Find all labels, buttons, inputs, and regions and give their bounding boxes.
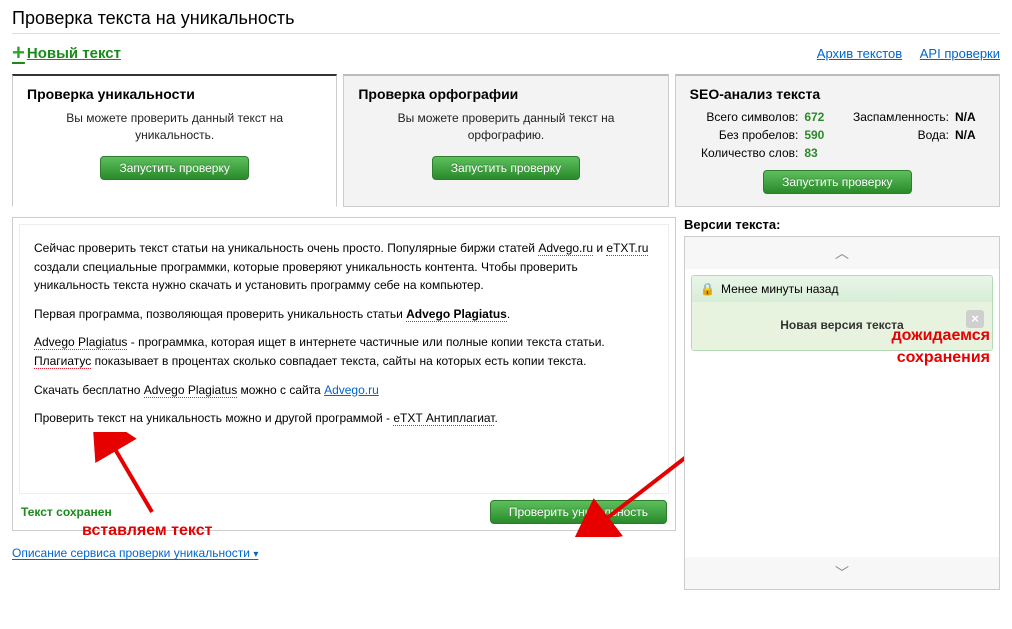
plus-icon: + [12, 40, 25, 66]
run-seo-button[interactable]: Запустить проверку [763, 170, 911, 194]
saved-status: Текст сохранен [21, 505, 112, 519]
advego-link[interactable]: Advego.ru [324, 383, 379, 397]
tab-uniqueness-desc: Вы можете проверить данный текст на уник… [27, 110, 322, 144]
versions-scroll-up[interactable]: ︿ [685, 237, 999, 269]
seo-total-value: 672 [804, 110, 840, 124]
new-text-label: Новый текст [27, 45, 121, 62]
seo-spam-value: N/A [955, 110, 985, 124]
versions-scroll-down[interactable]: ﹀ [685, 557, 999, 589]
page-title: Проверка текста на уникальность [12, 8, 1000, 34]
seo-words-label: Количество слов: [690, 146, 805, 160]
tab-seo[interactable]: SEO-анализ текста Всего символов: 672 За… [675, 74, 1000, 207]
tab-spelling-title: Проверка орфографии [358, 86, 653, 102]
version-item[interactable]: 🔒 Менее минуты назад Новая версия текста… [691, 275, 993, 351]
seo-nospaces-label: Без пробелов: [690, 128, 805, 142]
seo-nospaces-value: 590 [804, 128, 840, 142]
run-spelling-button[interactable]: Запустить проверку [432, 156, 580, 180]
editor-container: Сейчас проверить текст статьи на уникаль… [12, 217, 676, 531]
tab-spelling-desc: Вы можете проверить данный текст на орфо… [358, 110, 653, 144]
version-label: Новая версия текста [780, 318, 903, 332]
service-description-link[interactable]: Описание сервиса проверки уникальности ▾ [12, 546, 258, 560]
seo-water-label: Вода: [840, 128, 955, 142]
lock-icon: 🔒 [700, 282, 715, 296]
version-close-button[interactable]: × [966, 310, 984, 328]
chevron-down-icon: ▾ [253, 549, 258, 560]
archive-link[interactable]: Архив текстов [817, 46, 902, 61]
version-time: Менее минуты назад [721, 282, 839, 296]
seo-total-label: Всего символов: [690, 110, 805, 124]
versions-panel: ︿ 🔒 Менее минуты назад Новая версия текс… [684, 236, 1000, 590]
tab-spelling[interactable]: Проверка орфографии Вы можете проверить … [343, 74, 668, 207]
new-text-link[interactable]: + Новый текст [12, 40, 121, 66]
seo-words-value: 83 [804, 146, 840, 160]
seo-water-value: N/A [955, 128, 985, 142]
run-uniqueness-button[interactable]: Запустить проверку [100, 156, 248, 180]
check-uniqueness-button[interactable]: Проверить уникальность [490, 500, 667, 524]
tab-uniqueness-title: Проверка уникальности [27, 86, 322, 102]
tab-seo-title: SEO-анализ текста [690, 86, 985, 102]
seo-spam-label: Заспамленность: [840, 110, 955, 124]
chevron-down-icon: ﹀ [835, 565, 849, 581]
tab-uniqueness[interactable]: Проверка уникальности Вы можете проверит… [12, 74, 337, 207]
chevron-up-icon: ︿ [835, 245, 849, 261]
versions-title: Версии текста: [684, 217, 1000, 232]
text-editor[interactable]: Сейчас проверить текст статьи на уникаль… [19, 224, 669, 494]
api-link[interactable]: API проверки [920, 46, 1000, 61]
